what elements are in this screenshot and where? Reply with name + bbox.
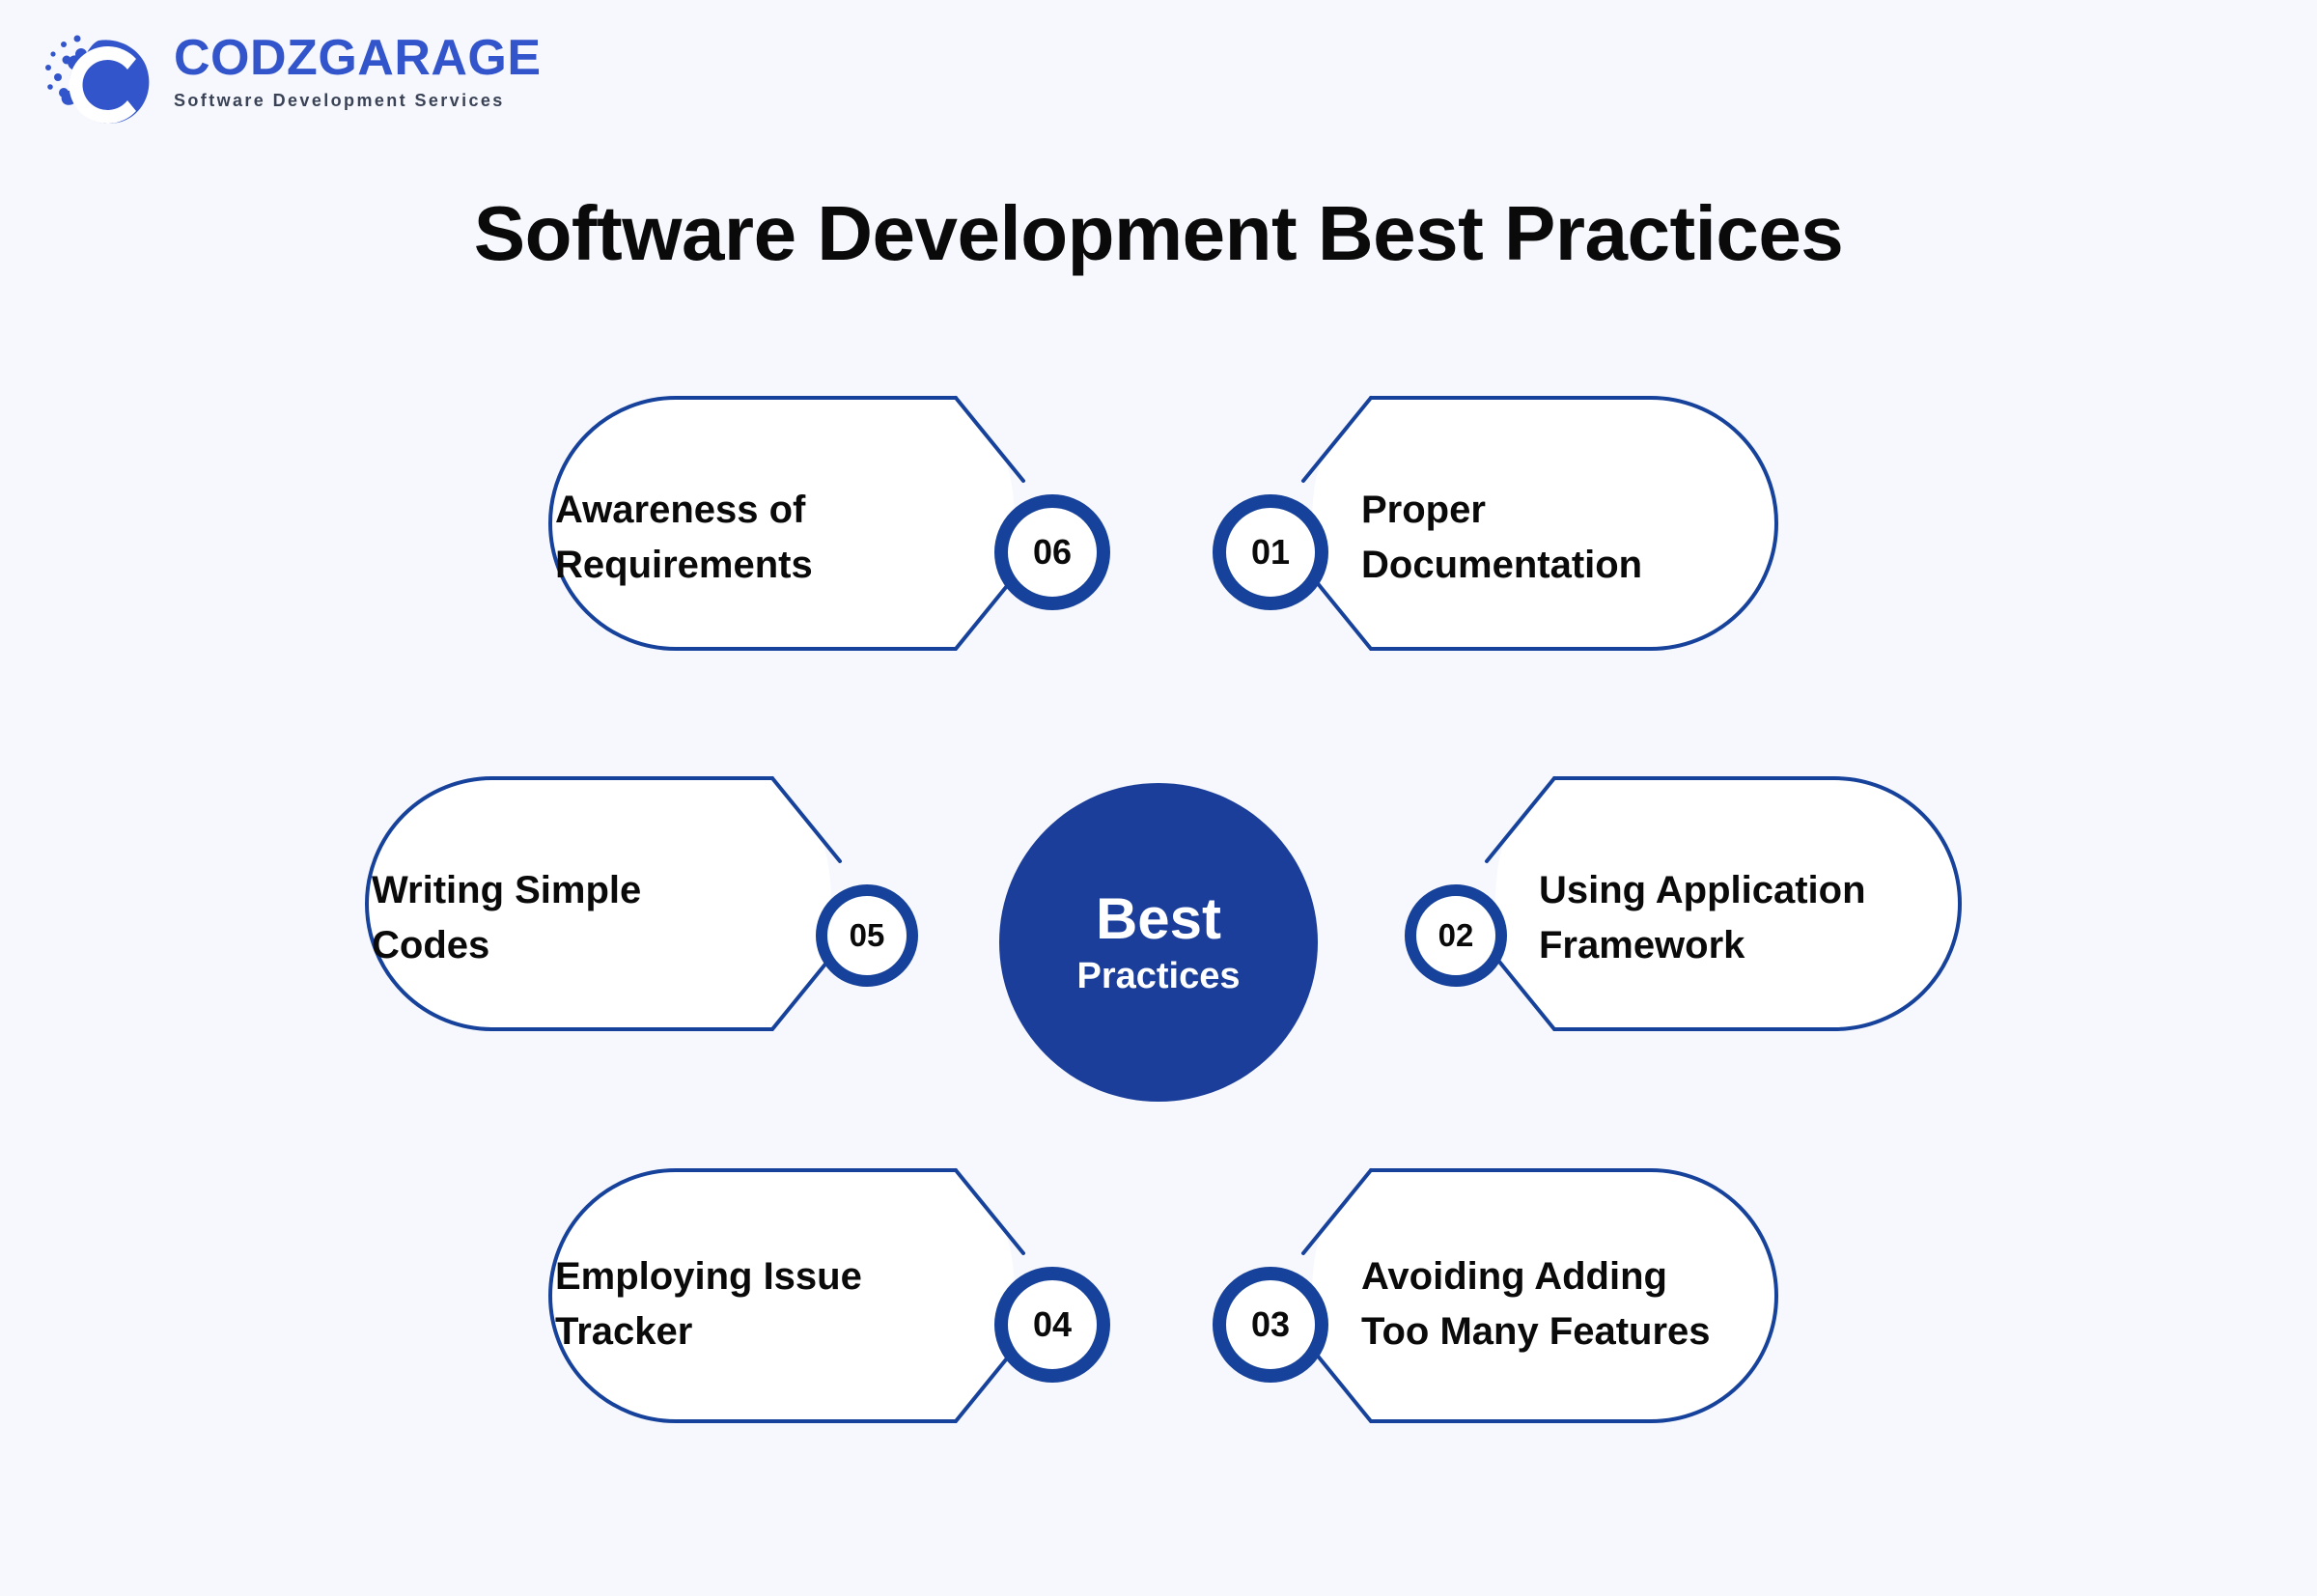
center-hub-subtitle: Practices [1076, 956, 1241, 996]
card-label-06: Awareness of Requirements [555, 489, 813, 586]
card-label-05: Writing Simple Codes [372, 869, 642, 966]
center-hub-title: Best [1095, 886, 1222, 951]
card-label-04: Employing Issue Tracker [555, 1255, 862, 1353]
card-number-06[interactable]: 06 [994, 494, 1110, 610]
card-label-03: Avoiding Adding Too Many Features [1361, 1255, 1711, 1353]
card-number-04[interactable]: 04 [994, 1267, 1110, 1383]
card-number-01[interactable]: 01 [1213, 494, 1328, 610]
card-number-03[interactable]: 03 [1213, 1267, 1328, 1383]
card-number-05[interactable]: 05 [816, 884, 918, 987]
best-practices-diagram: Awareness of Requirements 06 Proper Docu… [0, 0, 2317, 1596]
card-label-02: Using Application Framework [1539, 869, 1866, 966]
card-label-01: Proper Documentation [1361, 489, 1643, 586]
card-number-02[interactable]: 02 [1405, 884, 1507, 987]
center-hub: Best Practices [999, 783, 1318, 1102]
